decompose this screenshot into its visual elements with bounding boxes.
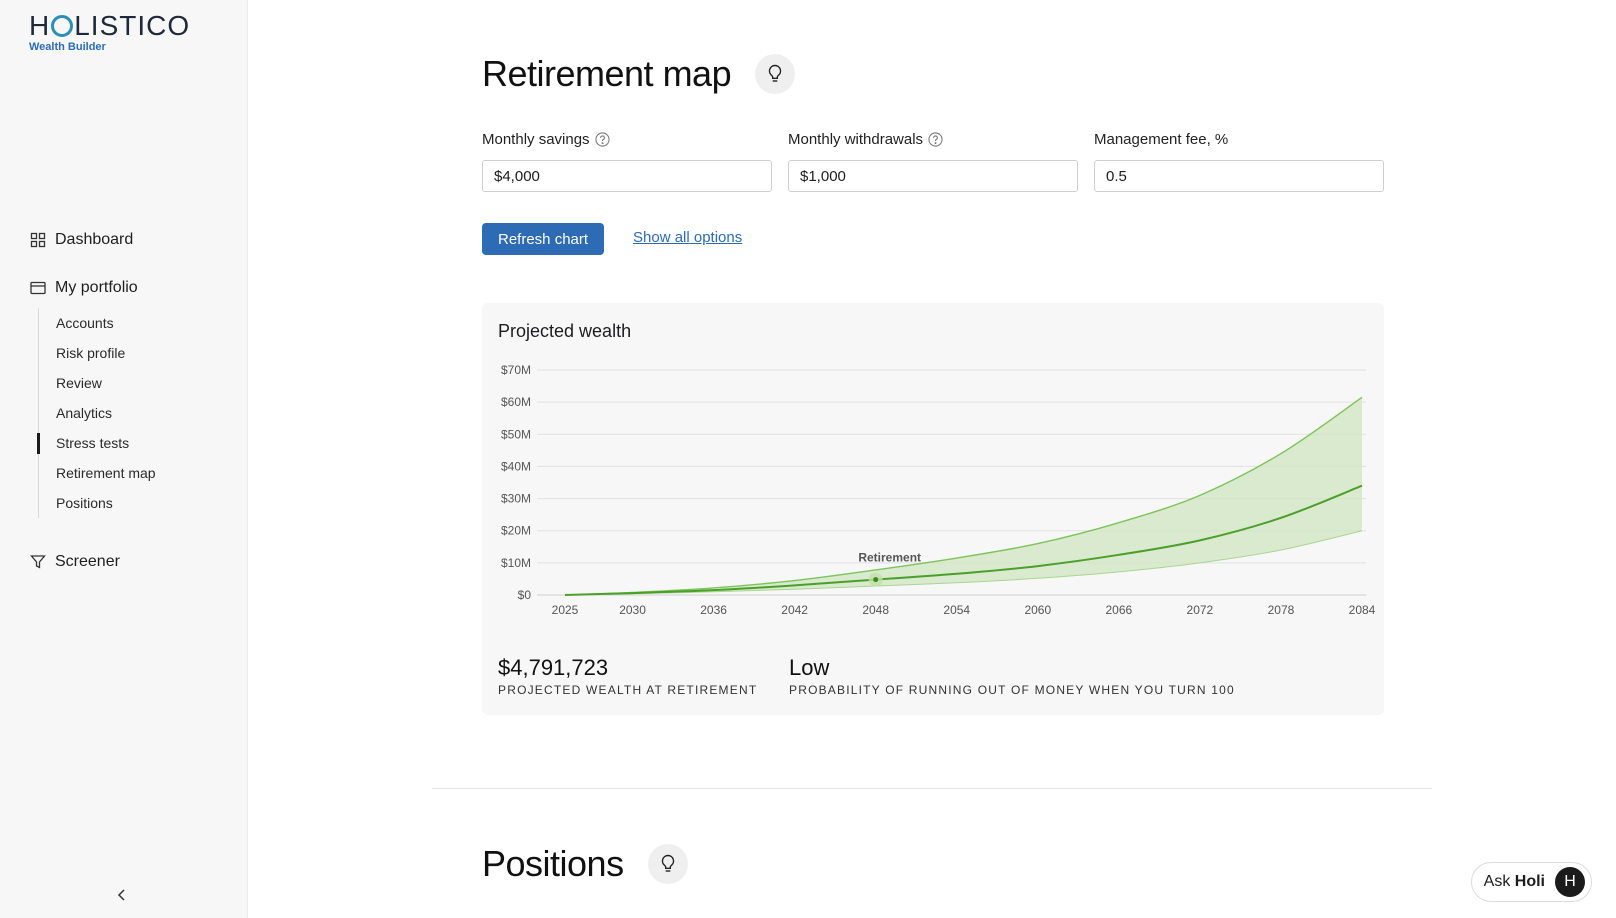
show-all-options-link[interactable]: Show all options <box>633 229 742 246</box>
nav-dashboard[interactable]: Dashboard <box>30 231 133 249</box>
management-fee-input[interactable] <box>1094 160 1384 192</box>
run-out-probability-value: Low <box>789 655 830 680</box>
monthly-withdrawals-label-row: Monthly withdrawals <box>788 128 1078 150</box>
x-tick-label: 2036 <box>700 603 727 617</box>
wealth-at-retirement-value: $4,791,723 <box>498 655 609 680</box>
monthly-withdrawals-label: Monthly withdrawals <box>788 130 924 148</box>
ask-prefix: Ask <box>1483 873 1511 890</box>
section-divider <box>432 788 1432 789</box>
sidebar: H LISTICO Wealth Builder Dashboard My po… <box>0 0 248 918</box>
wealth-at-retirement-label: PROJECTED WEALTH AT RETIREMENT <box>498 683 758 697</box>
logo-letters: LISTICO <box>74 10 191 41</box>
nav-my-portfolio[interactable]: My portfolio <box>30 279 138 297</box>
sidebar-item-review[interactable]: Review <box>39 368 156 398</box>
wallet-icon <box>30 281 46 295</box>
ask-holi-label: Ask Holi <box>1484 873 1545 891</box>
monthly-savings-group: Monthly savings <box>482 128 772 192</box>
run-out-probability-stat: Low PROBABILITY OF RUNNING OUT OF MONEY … <box>789 655 1235 697</box>
lightbulb-icon <box>661 854 674 872</box>
lightbulb-icon <box>768 64 782 82</box>
filter-icon <box>30 555 46 569</box>
ask-holi-button[interactable]: Ask Holi H <box>1470 862 1592 902</box>
nav-screener-label: Screener <box>55 553 120 570</box>
x-tick-label: 2025 <box>552 603 579 617</box>
assistant-name: Holi <box>1514 873 1545 890</box>
sidebar-item-analytics[interactable]: Analytics <box>39 398 156 428</box>
sidebar-item-stress-tests[interactable]: Stress tests <box>37 428 156 458</box>
y-tick-label: $20M <box>501 524 531 538</box>
x-tick-label: 2072 <box>1187 603 1214 617</box>
portfolio-subnav: Accounts Risk profile Review Analytics S… <box>37 308 156 518</box>
x-tick-label: 2060 <box>1024 603 1051 617</box>
retirement-marker <box>873 577 879 583</box>
monthly-withdrawals-group: Monthly withdrawals <box>788 128 1078 192</box>
management-fee-label: Management fee, % <box>1094 130 1229 148</box>
sidebar-item-positions[interactable]: Positions <box>39 488 156 518</box>
logo-subtitle: Wealth Builder <box>29 41 106 53</box>
run-out-probability-label: PROBABILITY OF RUNNING OUT OF MONEY WHEN… <box>789 683 1235 697</box>
x-tick-label: 2054 <box>943 603 970 617</box>
assistant-avatar: H <box>1555 867 1585 897</box>
monthly-savings-label-row: Monthly savings <box>482 128 772 150</box>
confidence-band <box>565 397 1362 595</box>
x-tick-label: 2084 <box>1349 603 1376 617</box>
x-tick-label: 2042 <box>781 603 808 617</box>
x-tick-label: 2078 <box>1268 603 1295 617</box>
positions-title: Positions <box>482 843 624 884</box>
monthly-savings-input[interactable] <box>482 160 772 192</box>
logo-ring-icon <box>51 15 74 37</box>
y-tick-label: $10M <box>501 556 531 570</box>
wealth-at-retirement-stat: $4,791,723 PROJECTED WEALTH AT RETIREMEN… <box>498 655 757 697</box>
retirement-annotation: Retirement <box>858 551 921 565</box>
chevron-left-icon[interactable] <box>114 887 130 903</box>
y-tick-label: $40M <box>501 459 531 473</box>
nav-screener[interactable]: Screener <box>30 553 120 571</box>
sidebar-item-accounts[interactable]: Accounts <box>39 308 156 338</box>
logo-wordmark: H LISTICO <box>29 12 190 40</box>
x-tick-label: 2066 <box>1105 603 1132 617</box>
tips-button[interactable] <box>755 54 796 94</box>
y-tick-label: $50M <box>501 427 531 441</box>
help-icon[interactable] <box>594 131 610 147</box>
monthly-savings-label: Monthly savings <box>482 130 590 148</box>
y-tick-label: $0 <box>518 588 532 602</box>
chart-title: Projected wealth <box>498 321 632 341</box>
nav-my-portfolio-label: My portfolio <box>55 279 138 296</box>
page-title: Retirement map <box>482 53 732 94</box>
y-tick-label: $60M <box>501 395 531 409</box>
grid-icon <box>30 232 46 248</box>
management-fee-group: Management fee, % <box>1094 128 1384 192</box>
sidebar-item-retirement-map[interactable]: Retirement map <box>39 458 156 488</box>
sidebar-item-risk-profile[interactable]: Risk profile <box>39 338 156 368</box>
projected-wealth-card: Projected wealth $0 $10M $20M $30M $40M $50M $… <box>482 303 1384 715</box>
logo-letter-h: H <box>29 10 51 41</box>
positions-tips-button[interactable] <box>647 844 688 884</box>
main-content: Retirement map Monthly savings Monthly w… <box>248 0 1616 918</box>
x-tick-label: 2048 <box>862 603 889 617</box>
nav-dashboard-label: Dashboard <box>55 231 134 248</box>
help-icon[interactable] <box>928 131 943 147</box>
projected-wealth-chart: $0 $10M $20M $30M $40M $50M $60M $70M 2025 2030 20… <box>501 363 1376 617</box>
management-fee-label-row: Management fee, % <box>1094 128 1384 150</box>
monthly-withdrawals-input[interactable] <box>788 160 1078 192</box>
y-tick-label: $30M <box>501 492 531 506</box>
brand-logo[interactable]: H LISTICO Wealth Builder <box>29 12 190 54</box>
x-tick-label: 2030 <box>619 603 646 617</box>
positions-header: Positions <box>482 843 688 885</box>
y-tick-label: $70M <box>501 363 531 377</box>
retirement-header: Retirement map <box>482 53 796 95</box>
refresh-chart-button[interactable]: Refresh chart <box>482 223 605 255</box>
